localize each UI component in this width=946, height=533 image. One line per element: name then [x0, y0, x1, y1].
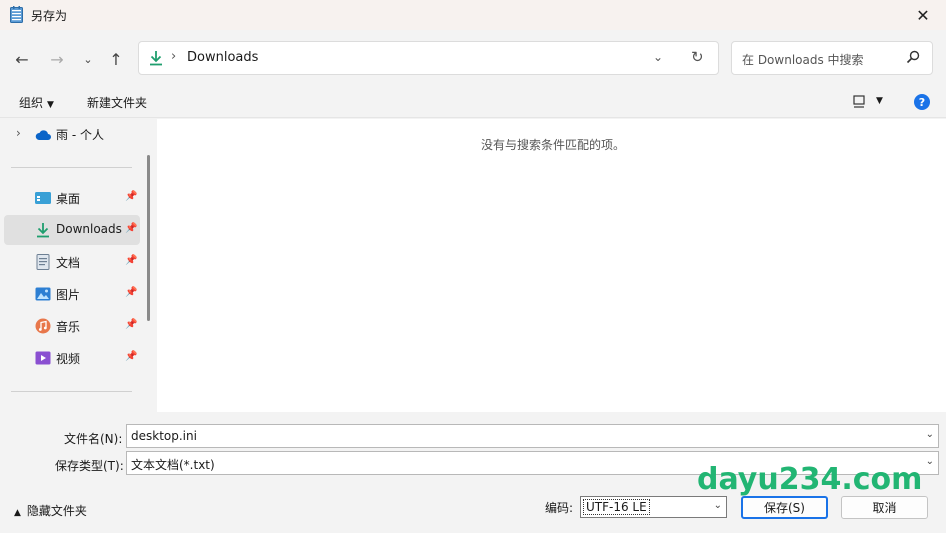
refresh-icon[interactable]: ↻: [691, 48, 704, 66]
watermark: dayu234.com: [697, 462, 923, 497]
close-button[interactable]: ✕: [900, 0, 946, 30]
encoding-select[interactable]: UTF-16 LE ⌄: [580, 496, 727, 518]
sidebar-item-desktop[interactable]: 桌面 📌: [4, 183, 140, 213]
forward-button[interactable]: →: [45, 47, 69, 71]
filename-field[interactable]: desktop.ini ⌄: [126, 424, 939, 448]
filename-value: desktop.ini: [131, 429, 197, 443]
arrow-right-icon: →: [50, 49, 64, 69]
window-title: 另存为: [31, 9, 68, 23]
sidebar-item-videos[interactable]: 视频 📌: [4, 343, 140, 373]
recent-locations-button[interactable]: ⌄: [76, 47, 100, 71]
command-bar: 组织 ▼ 新建文件夹 ▼ ?: [0, 86, 946, 118]
organize-button[interactable]: 组织 ▼: [19, 94, 54, 111]
picture-icon: [35, 287, 51, 301]
pin-icon: 📌: [125, 287, 138, 298]
search-input[interactable]: 在 Downloads 中搜索: [731, 41, 933, 75]
view-options-caret-icon[interactable]: ▼: [876, 96, 883, 106]
help-button[interactable]: ?: [914, 94, 930, 110]
download-icon: [150, 51, 162, 66]
sidebar-item-label: 视频: [56, 352, 81, 366]
file-list[interactable]: 没有与搜索条件匹配的项。: [157, 119, 946, 412]
pin-icon: 📌: [125, 223, 138, 234]
divider: [11, 167, 132, 168]
notepad-icon: [10, 6, 23, 23]
view-icon[interactable]: [853, 95, 865, 109]
sidebar-item-music[interactable]: 音乐 📌: [4, 311, 140, 341]
chevron-down-icon[interactable]: ⌄: [714, 500, 722, 511]
chevron-down-icon: ⌄: [83, 52, 93, 66]
download-icon: [37, 223, 49, 238]
document-icon: [36, 254, 50, 270]
caret-up-icon: ▲: [14, 508, 21, 518]
navigation-pane: › 雨 - 个人 桌面 📌 Downloads 📌 文档 📌 图片 📌 音乐 📌…: [0, 119, 157, 412]
cancel-button[interactable]: 取消: [841, 496, 928, 519]
sidebar-item-documents[interactable]: 文档 📌: [4, 247, 140, 277]
new-folder-button[interactable]: 新建文件夹: [87, 94, 147, 111]
sidebar-item-pictures[interactable]: 图片 📌: [4, 279, 140, 309]
sidebar-scrollbar[interactable]: [147, 155, 150, 321]
title-bar: 另存为 ✕: [0, 0, 946, 30]
breadcrumb-separator: ›: [171, 49, 177, 64]
chevron-down-icon[interactable]: ⌄: [653, 50, 663, 64]
music-icon: [35, 318, 51, 334]
empty-state-message: 没有与搜索条件匹配的项。: [481, 138, 626, 152]
navigation-bar: ← → ⌄ ↑ › Downloads ⌄ ↻ 在 Downloads 中搜索: [0, 30, 946, 86]
sidebar-item-label: 图片: [56, 288, 81, 302]
encoding-value: UTF-16 LE: [583, 499, 650, 515]
caret-down-icon: ▼: [47, 100, 54, 110]
sidebar-item-label: Downloads: [56, 222, 122, 236]
chevron-down-icon[interactable]: ⌄: [926, 456, 934, 467]
hide-folders-button[interactable]: ▲ 隐藏文件夹: [14, 502, 87, 519]
desktop-icon: [35, 192, 51, 204]
close-icon: ✕: [916, 5, 930, 25]
arrow-up-icon: ↑: [109, 49, 123, 69]
sidebar-item-label: 文档: [56, 256, 81, 270]
encoding-label: 编码:: [545, 501, 574, 515]
search-placeholder: 在 Downloads 中搜索: [742, 53, 864, 67]
breadcrumb-downloads[interactable]: Downloads: [187, 50, 258, 65]
chevron-right-icon[interactable]: ›: [16, 126, 21, 140]
sidebar-item-label: 音乐: [56, 320, 81, 334]
pin-icon: 📌: [125, 351, 138, 362]
up-button[interactable]: ↑: [104, 47, 128, 71]
pin-icon: 📌: [125, 191, 138, 202]
address-bar[interactable]: › Downloads ⌄ ↻: [138, 41, 719, 75]
filetype-label: 保存类型(T):: [55, 459, 124, 473]
sidebar-item-downloads[interactable]: Downloads 📌: [4, 215, 140, 245]
pin-icon: 📌: [125, 255, 138, 266]
video-icon: [35, 351, 51, 365]
sidebar-item-onedrive[interactable]: › 雨 - 个人: [4, 119, 140, 149]
divider: [11, 391, 132, 392]
cloud-icon: [35, 130, 51, 140]
chevron-down-icon[interactable]: ⌄: [926, 429, 934, 440]
pin-icon: 📌: [125, 319, 138, 330]
filetype-value: 文本文档(*.txt): [131, 458, 215, 472]
sidebar-item-label: 桌面: [56, 192, 81, 206]
arrow-left-icon: ←: [15, 49, 29, 69]
sidebar-item-label: 雨 - 个人: [56, 128, 104, 142]
back-button[interactable]: ←: [10, 47, 34, 71]
search-icon: [906, 50, 920, 64]
filename-label: 文件名(N):: [64, 432, 123, 446]
save-button[interactable]: 保存(S): [741, 496, 828, 519]
